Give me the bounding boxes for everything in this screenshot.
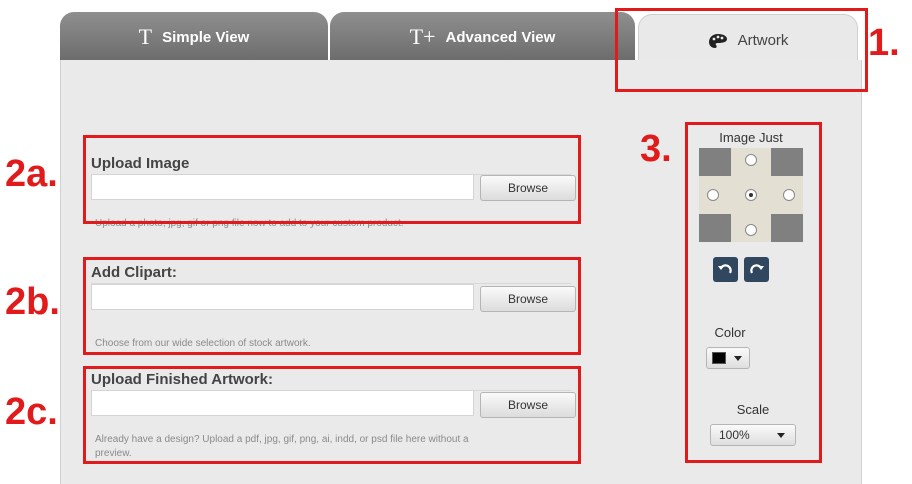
annotation-box-2c xyxy=(83,366,581,464)
tab-advanced-view-label: Advanced View xyxy=(445,28,556,46)
annotation-box-1 xyxy=(615,8,868,92)
annotation-label-2b: 2b. xyxy=(5,281,60,323)
annotation-label-2a: 2a. xyxy=(5,153,58,195)
tab-advanced-view[interactable]: T+ Advanced View xyxy=(330,12,635,62)
tab-simple-view-label: Simple View xyxy=(162,28,250,46)
text-plus-icon: T+ xyxy=(409,24,436,49)
annotation-label-2c: 2c. xyxy=(5,391,58,433)
tab-simple-view[interactable]: T Simple View xyxy=(60,12,328,62)
annotation-box-2a xyxy=(83,135,581,224)
annotation-box-2b xyxy=(83,257,581,355)
annotation-box-3 xyxy=(685,122,822,463)
text-icon: T xyxy=(138,24,153,49)
annotation-label-3: 3. xyxy=(640,128,672,170)
annotation-label-1: 1. xyxy=(868,22,900,64)
